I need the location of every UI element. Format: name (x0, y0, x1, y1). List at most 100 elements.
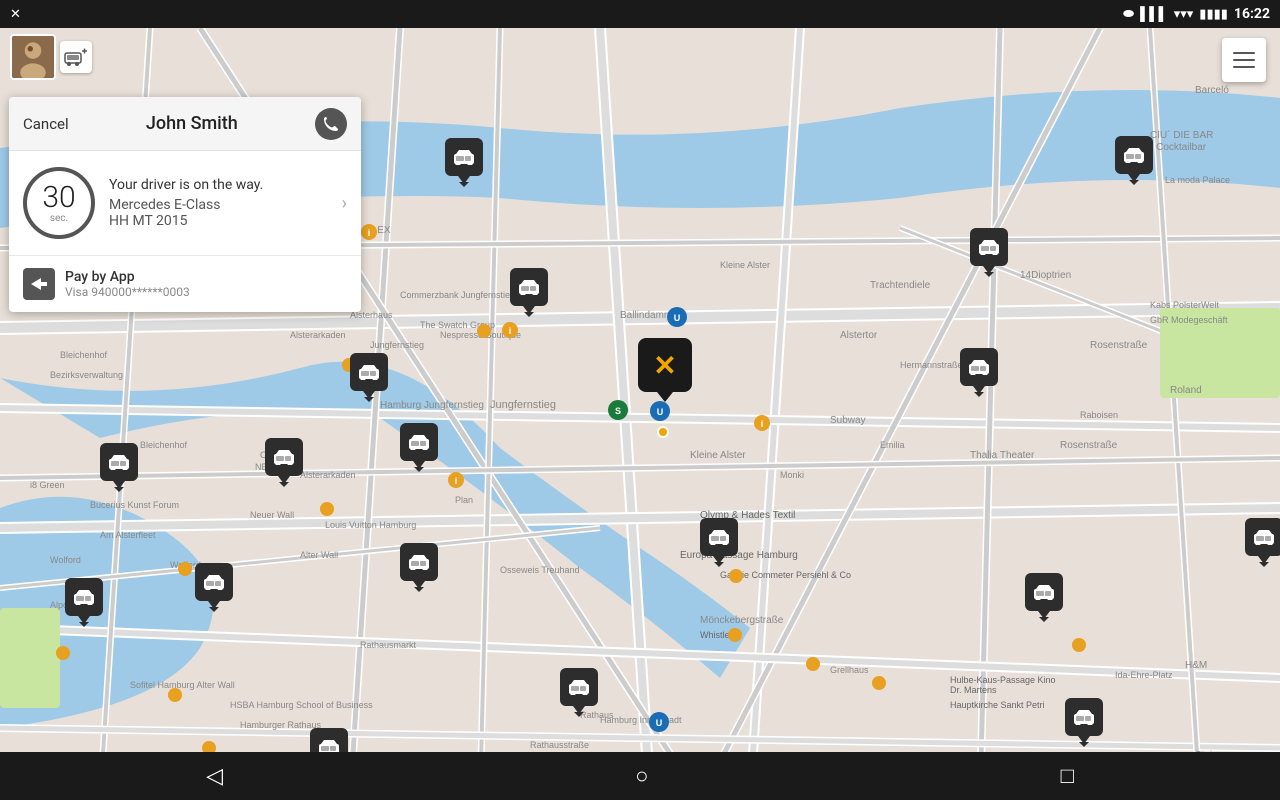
car-pin-9 (700, 518, 738, 556)
panel-payment: Pay by App Visa 940000******0003 (9, 256, 361, 312)
car-pin-2 (970, 228, 1008, 266)
svg-text:Rosenstraße: Rosenstraße (1090, 340, 1148, 351)
hamburger-line-1 (1233, 52, 1255, 54)
svg-text:Plan: Plan (455, 495, 473, 505)
car-marker-7 (100, 443, 138, 489)
svg-text:Ida-Ehre-Platz: Ida-Ehre-Platz (1115, 670, 1173, 680)
svg-text:Kleine Alster: Kleine Alster (720, 260, 770, 270)
car-marker-wrap-0 (445, 138, 483, 184)
svg-text:Rathausstraße: Rathausstraße (530, 740, 589, 750)
cancel-button[interactable]: Cancel (23, 115, 69, 133)
car-pin-4 (350, 353, 388, 391)
svg-text:Louis Vuitton Hamburg: Louis Vuitton Hamburg (325, 520, 416, 530)
car-marker-wrap-7 (100, 443, 138, 489)
avatar[interactable] (10, 34, 56, 80)
svg-text:Hauptkirche Sankt Petri: Hauptkirche Sankt Petri (950, 700, 1045, 710)
driver-status-text: Your driver is on the way. (109, 177, 328, 193)
payment-method: Pay by App (65, 269, 190, 285)
svg-text:Kabs PolsterWelt: Kabs PolsterWelt (1150, 300, 1219, 310)
car-marker-2 (970, 228, 1008, 274)
svg-text:Sofitel Hamburg Alter Wall: Sofitel Hamburg Alter Wall (130, 680, 235, 690)
add-car-button[interactable] (60, 41, 92, 73)
svg-text:Alstertor: Alstertor (840, 330, 878, 341)
svg-text:Alsterarkaden: Alsterarkaden (300, 470, 356, 480)
app-logo-tail (657, 392, 673, 402)
nav-back-button[interactable]: ◁ (206, 764, 223, 789)
nav-bar: ◁ ○ □ (0, 752, 1280, 800)
car-marker-wrap-17 (1245, 518, 1280, 564)
signal-icon: ▌▌▌ (1140, 6, 1168, 22)
car-model: Mercedes E-Class (109, 197, 328, 213)
car-plate: HH MT 2015 (109, 213, 328, 229)
status-time: 16:22 (1234, 6, 1270, 22)
driver-info: Your driver is on the way. Mercedes E-Cl… (109, 177, 328, 229)
car-pin-5 (960, 348, 998, 386)
car-marker-wrap-11 (195, 563, 233, 609)
payment-info: Pay by App Visa 940000******0003 (65, 269, 190, 299)
svg-text:Monki: Monki (780, 470, 804, 480)
x-logo-icon: ✕ (10, 7, 21, 22)
svg-text:HSBA Hamburg School of Busines: HSBA Hamburg School of Business (230, 700, 373, 710)
avatar-image (12, 36, 54, 78)
car-marker-wrap-13 (1025, 573, 1063, 619)
svg-text:Neuer Wall: Neuer Wall (250, 510, 294, 520)
nav-home-button[interactable]: ○ (635, 763, 648, 789)
svg-text:U: U (657, 407, 664, 417)
car-marker-9 (700, 518, 738, 564)
car-pin-11 (195, 563, 233, 601)
hamburger-menu-button[interactable] (1222, 38, 1266, 82)
svg-text:Ballindamm: Ballindamm (620, 310, 672, 321)
svg-text:Dr. Martens: Dr. Martens (950, 685, 997, 695)
svg-text:CIU´ DIE BAR: CIU´ DIE BAR (1150, 129, 1213, 141)
phone-button[interactable] (315, 108, 347, 140)
svg-text:Rosenstraße: Rosenstraße (1060, 440, 1118, 451)
svg-text:Commerzbank Jungfernstieg: Commerzbank Jungfernstieg (400, 290, 515, 300)
car-marker-wrap-9 (700, 518, 738, 564)
car-pin-1 (1115, 136, 1153, 174)
top-left-area (10, 34, 92, 80)
panel-header: Cancel John Smith (9, 97, 361, 151)
car-pin-3 (510, 268, 548, 306)
payment-detail: Visa 940000******0003 (65, 285, 190, 299)
car-marker-8 (265, 438, 303, 484)
location-dot (657, 426, 669, 438)
car-pin-15 (1065, 698, 1103, 736)
hamburger-line-3 (1233, 66, 1255, 68)
car-marker-wrap-12 (65, 578, 103, 624)
nav-recent-button[interactable]: □ (1061, 763, 1074, 789)
app-logo-box: ✕ (638, 338, 692, 392)
svg-text:U: U (656, 718, 663, 728)
svg-text:i8 Green: i8 Green (30, 480, 65, 490)
car-marker-4 (350, 353, 388, 399)
svg-text:Mönckebergstraße: Mönckebergstraße (700, 615, 784, 626)
svg-text:Alsterarkaden: Alsterarkaden (290, 330, 346, 340)
svg-text:Hermannstraße: Hermannstraße (900, 360, 963, 370)
svg-text:H&M: H&M (1185, 660, 1207, 671)
app-logo-x: ✕ (653, 349, 676, 382)
car-pin-10 (400, 543, 438, 581)
car-marker-wrap-4 (350, 353, 388, 399)
svg-text:Barceló: Barceló (1195, 85, 1229, 96)
car-marker-wrap-14 (560, 668, 598, 714)
battery-icon: ▮▮▮▮ (1199, 7, 1228, 22)
app-logo-marker: ✕ (638, 338, 692, 402)
car-marker-5 (960, 348, 998, 394)
car-marker-11 (195, 563, 233, 609)
car-marker-1 (1115, 136, 1153, 182)
info-arrow-icon[interactable]: › (342, 193, 347, 214)
car-marker-wrap-2 (970, 228, 1008, 274)
driver-name: John Smith (69, 113, 315, 134)
car-marker-wrap-5 (960, 348, 998, 394)
svg-text:Wolford: Wolford (50, 555, 81, 565)
car-pin-17 (1245, 518, 1280, 556)
car-marker-wrap-10 (400, 543, 438, 589)
car-marker-wrap-15 (1065, 698, 1103, 744)
svg-text:Trachtendiele: Trachtendiele (870, 280, 931, 291)
svg-text:Roland: Roland (1170, 385, 1202, 396)
svg-text:Raboisen: Raboisen (1080, 410, 1118, 420)
car-marker-wrap-3 (510, 268, 548, 314)
car-pin-0 (445, 138, 483, 176)
car-marker-14 (560, 668, 598, 714)
svg-text:GbR Modegeschäft: GbR Modegeschäft (1150, 315, 1228, 325)
svg-text:Bucerius Kunst Forum: Bucerius Kunst Forum (90, 500, 179, 510)
